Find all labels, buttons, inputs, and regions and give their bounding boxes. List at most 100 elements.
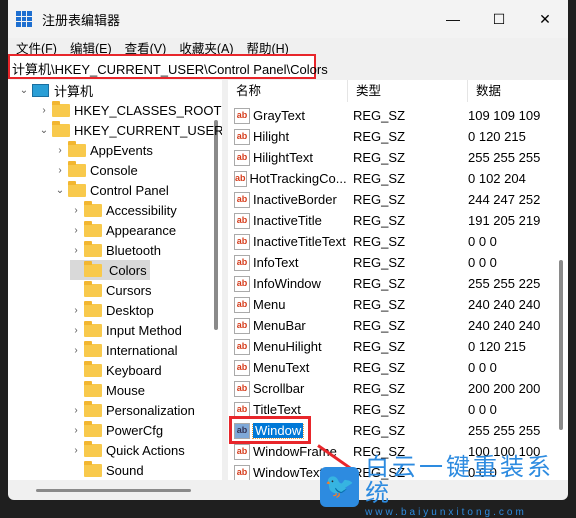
chevron-down-icon[interactable]: ⌄ xyxy=(18,85,30,96)
value-type: REG_SZ xyxy=(353,297,406,312)
tree-item[interactable]: Sound xyxy=(70,460,144,480)
chevron-right-icon[interactable]: › xyxy=(54,145,66,156)
value-row[interactable]: ab InfoText REG_SZ 0 0 0 xyxy=(228,252,558,273)
value-name-cell: ab HilightText xyxy=(228,149,346,166)
folder-icon xyxy=(68,160,86,177)
value-type: REG_SZ xyxy=(353,129,406,144)
value-data: 244 247 252 xyxy=(468,192,541,207)
tree-item-label: Desktop xyxy=(106,302,154,318)
value-row[interactable]: ab Menu REG_SZ 240 240 240 xyxy=(228,294,558,315)
value-row[interactable]: ab HilightText REG_SZ 255 255 255 xyxy=(228,147,558,168)
tree-item[interactable]: ⌄ 计算机 xyxy=(18,80,93,100)
chevron-right-icon[interactable]: › xyxy=(70,345,82,356)
tree-item-label: Cursors xyxy=(106,282,152,298)
chevron-right-icon[interactable]: › xyxy=(70,205,82,216)
value-row[interactable]: ab HotTrackingCo... REG_SZ 0 102 204 xyxy=(228,168,558,189)
value-name: Scrollbar xyxy=(253,381,305,396)
chevron-right-icon[interactable]: › xyxy=(70,305,82,316)
tree-item[interactable]: › AppEvents xyxy=(54,140,153,160)
tree-item[interactable]: › Appearance xyxy=(70,220,176,240)
tree-item[interactable]: › International xyxy=(70,340,178,360)
value-row[interactable]: ab MenuBar REG_SZ 240 240 240 xyxy=(228,315,558,336)
tree-item-label: HKEY_CURRENT_USER xyxy=(74,122,222,138)
chevron-right-icon[interactable]: › xyxy=(70,245,82,256)
chevron-right-icon[interactable]: › xyxy=(54,165,66,176)
string-value-icon: ab xyxy=(234,443,250,460)
value-row[interactable]: ab GrayText REG_SZ 109 109 109 xyxy=(228,105,558,126)
string-value-icon: ab xyxy=(234,149,250,166)
value-type: REG_SZ xyxy=(353,171,406,186)
tree-item[interactable]: › Bluetooth xyxy=(70,240,161,260)
chevron-right-icon[interactable]: › xyxy=(70,445,82,456)
list-scrollbar[interactable] xyxy=(559,260,563,430)
watermark-url: www.baiyunxitong.com xyxy=(365,507,527,518)
tree-item[interactable]: Mouse xyxy=(70,380,145,400)
value-data: 109 109 109 xyxy=(468,108,541,123)
maximize-button[interactable]: ☐ xyxy=(476,11,522,28)
bird-logo-icon: 🐦 xyxy=(320,466,360,507)
tree-item[interactable]: › HKEY_CLASSES_ROOT xyxy=(38,100,221,120)
tree-item-label: Console xyxy=(90,162,138,178)
chevron-down-icon[interactable]: ⌄ xyxy=(54,185,66,196)
column-data[interactable]: 数据 xyxy=(468,80,553,102)
window-title: 注册表编辑器 xyxy=(42,12,121,28)
tree-item[interactable]: › Personalization xyxy=(70,400,195,420)
chevron-right-icon[interactable]: › xyxy=(70,225,82,236)
tree-item-label: International xyxy=(106,342,178,358)
value-row[interactable]: ab InactiveTitle REG_SZ 191 205 219 xyxy=(228,210,558,231)
tree-item[interactable]: Colors xyxy=(70,260,150,280)
value-row[interactable]: ab Hilight REG_SZ 0 120 215 xyxy=(228,126,558,147)
title-bar: 注册表编辑器 — ☐ ✕ xyxy=(8,0,568,38)
tree-item[interactable]: Keyboard xyxy=(70,360,162,380)
chevron-right-icon[interactable]: › xyxy=(38,105,50,116)
value-name: MenuText xyxy=(253,360,310,375)
value-row[interactable]: ab InactiveBorder REG_SZ 244 247 252 xyxy=(228,189,558,210)
column-type[interactable]: 类型 xyxy=(348,80,468,102)
minimize-button[interactable]: — xyxy=(430,11,476,28)
watermark: 🐦 白云一键重装系统 www.baiyunxitong.com xyxy=(320,455,576,518)
chevron-right-icon[interactable]: › xyxy=(70,425,82,436)
string-value-icon: ab xyxy=(234,338,250,355)
tree-item[interactable]: ⌄ Control Panel xyxy=(54,180,169,200)
chevron-right-icon[interactable]: › xyxy=(70,405,82,416)
tree-item[interactable]: › Console xyxy=(54,160,138,180)
value-name: MenuHilight xyxy=(253,339,322,354)
value-data: 200 200 200 xyxy=(468,381,541,396)
tree-item-label: HKEY_CLASSES_ROOT xyxy=(74,102,222,118)
folder-icon xyxy=(84,340,102,357)
computer-icon xyxy=(32,83,49,97)
value-row[interactable]: ab MenuHilight REG_SZ 0 120 215 xyxy=(228,336,558,357)
tree-item-label: Input Method xyxy=(106,322,182,338)
tree-item[interactable]: ⌄ HKEY_CURRENT_USER xyxy=(38,120,222,140)
tree-horizontal-scrollbar[interactable] xyxy=(36,489,191,492)
value-row[interactable]: ab InactiveTitleText REG_SZ 0 0 0 xyxy=(228,231,558,252)
tree-item[interactable]: › Quick Actions xyxy=(70,440,185,460)
tree-item[interactable]: › Desktop xyxy=(70,300,154,320)
value-name: InactiveBorder xyxy=(253,192,337,207)
tree-item[interactable]: › Input Method xyxy=(70,320,182,340)
tree-item[interactable]: › Accessibility xyxy=(70,200,177,220)
value-name-cell: ab InactiveTitle xyxy=(228,212,346,229)
chevron-right-icon[interactable]: › xyxy=(70,325,82,336)
string-value-icon: ab xyxy=(234,191,250,208)
close-button[interactable]: ✕ xyxy=(522,11,568,28)
string-value-icon: ab xyxy=(234,380,250,397)
column-name[interactable]: 名称 xyxy=(228,80,348,102)
value-data: 191 205 219 xyxy=(468,213,541,228)
tree-item[interactable]: › PowerCfg xyxy=(70,420,163,440)
tree-item[interactable]: Cursors xyxy=(70,280,152,300)
value-type: REG_SZ xyxy=(353,339,406,354)
tree-item-label: Appearance xyxy=(106,222,177,238)
value-name: TitleText xyxy=(253,402,301,417)
address-bar[interactable]: 计算机\HKEY_CURRENT_USER\Control Panel\Colo… xyxy=(8,54,328,79)
string-value-icon: ab xyxy=(234,254,250,271)
tree-item-label: Colors xyxy=(109,262,147,278)
value-name: InactiveTitle xyxy=(253,213,322,228)
value-row[interactable]: ab Scrollbar REG_SZ 200 200 200 xyxy=(228,378,558,399)
value-row[interactable]: ab MenuText REG_SZ 0 0 0 xyxy=(228,357,558,378)
tree-scrollbar[interactable] xyxy=(214,120,218,330)
value-row[interactable]: ab InfoWindow REG_SZ 255 255 225 xyxy=(228,273,558,294)
value-data: 255 255 255 xyxy=(468,150,541,165)
folder-icon xyxy=(84,400,102,417)
chevron-down-icon[interactable]: ⌄ xyxy=(38,125,50,136)
